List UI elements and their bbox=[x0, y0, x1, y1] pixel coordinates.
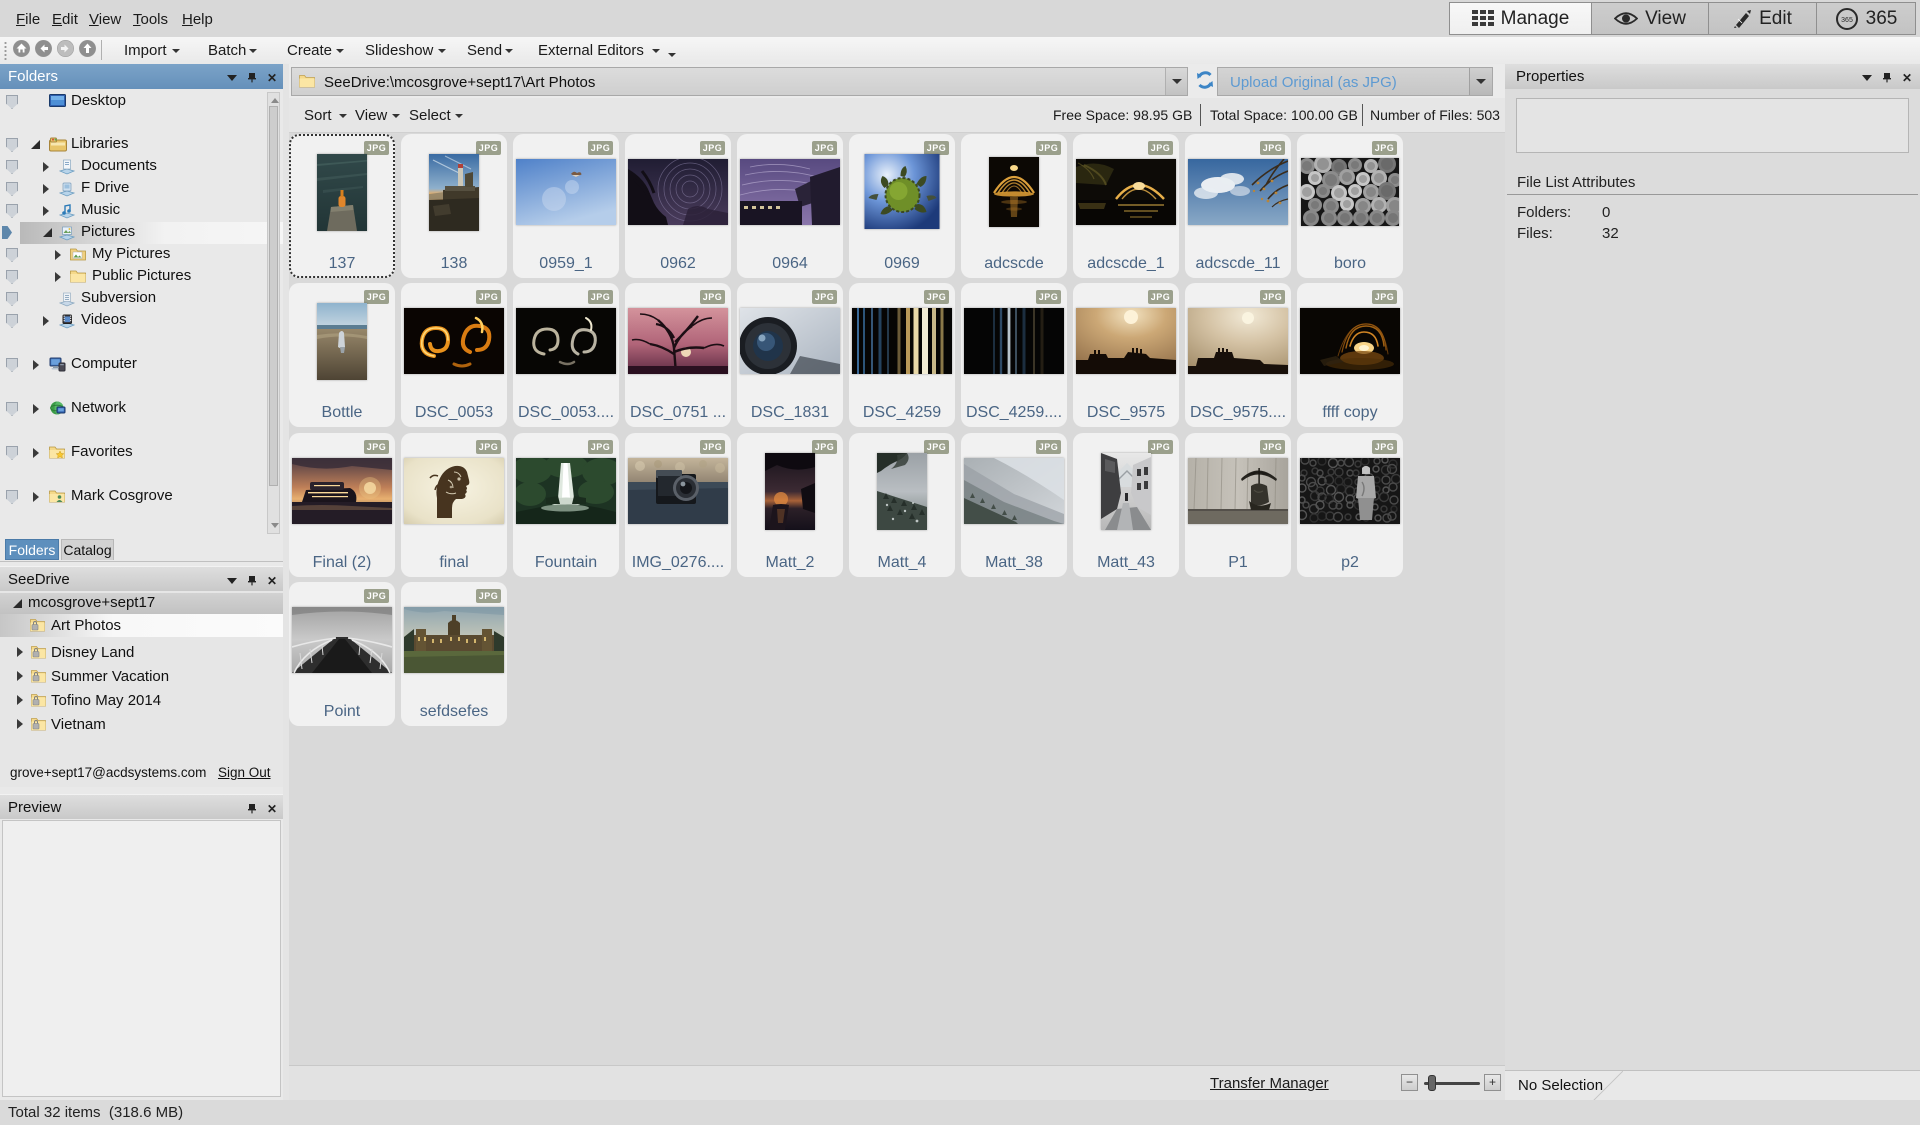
svg-text:365: 365 bbox=[1841, 17, 1853, 24]
